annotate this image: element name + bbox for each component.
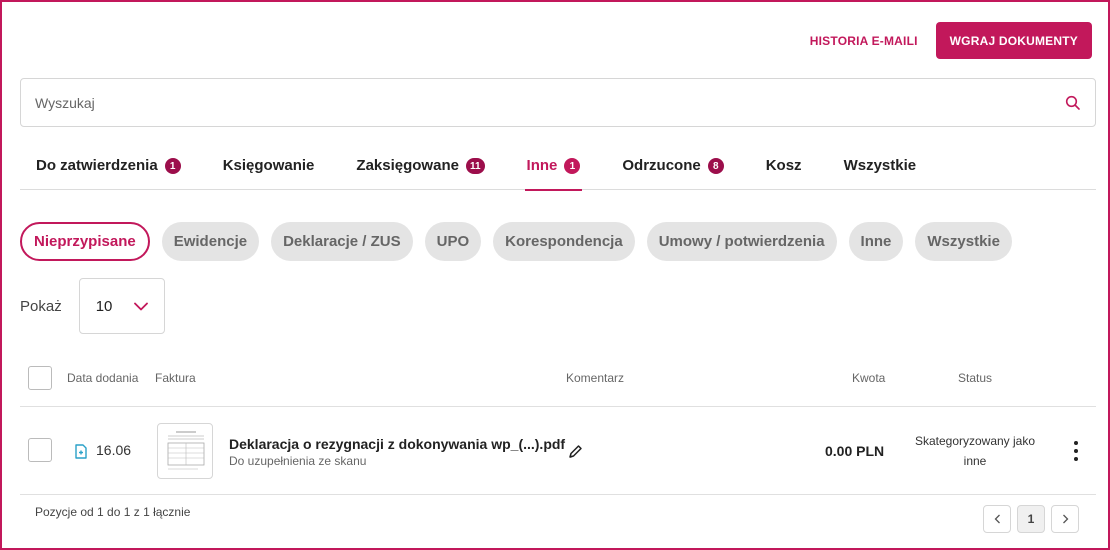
chip-korespondencja[interactable]: Korespondencja — [493, 222, 635, 261]
more-vertical-icon[interactable] — [1073, 440, 1079, 462]
row-date: 16.06 — [96, 442, 132, 458]
tab-label: Kosz — [765, 157, 802, 174]
document-name[interactable]: Deklaracja o rezygnacji z dokonywania wp… — [229, 436, 565, 452]
column-comment: Komentarz — [566, 371, 625, 385]
chip-umowy-potwierdzenia[interactable]: Umowy / potwierdzenia — [646, 222, 837, 261]
upload-documents-button[interactable]: WGRAJ DOKUMENTY — [935, 22, 1092, 59]
document-icon — [75, 444, 87, 459]
top-actions: HISTORIA E-MAILI WGRAJ DOKUMENTY — [810, 22, 1092, 59]
chip-ewidencje[interactable]: Ewidencje — [161, 222, 260, 261]
page-size-value: 10 — [95, 297, 113, 315]
page-size-control: Pokaż 10 — [20, 278, 165, 334]
tab-ksiegowanie[interactable]: Księgowanie — [207, 150, 315, 190]
tab-odrzucone[interactable]: Odrzucone 8 — [606, 150, 724, 190]
chevron-right-icon — [1062, 514, 1068, 524]
column-date[interactable]: Data dodania — [67, 371, 138, 385]
tab-wszystkie[interactable]: Wszystkie — [828, 150, 917, 190]
tab-count-badge: 11 — [465, 158, 485, 174]
search-bar — [20, 78, 1096, 127]
row-amount: 0.00 PLN — [825, 443, 885, 459]
email-history-button[interactable]: HISTORIA E-MAILI — [810, 34, 918, 48]
document-subtitle: Do uzupełnienia ze skanu — [229, 454, 367, 468]
chevron-left-icon — [994, 514, 1000, 524]
tab-inne[interactable]: Inne 1 — [511, 150, 583, 191]
tab-zaksiegowane[interactable]: Zaksięgowane 11 — [340, 150, 485, 190]
chip-upo[interactable]: UPO — [424, 222, 482, 261]
table-header: Data dodania Faktura Komentarz Kwota Sta… — [20, 362, 1096, 407]
pagination-summary: Pozycje od 1 do 1 z 1 łącznie — [35, 505, 191, 519]
column-status[interactable]: Status — [958, 371, 992, 385]
search-icon[interactable] — [1065, 95, 1081, 111]
document-preview-icon — [164, 428, 208, 476]
column-invoice[interactable]: Faktura — [155, 371, 196, 385]
app-frame: HISTORIA E-MAILI WGRAJ DOKUMENTY Do zatw… — [0, 0, 1110, 550]
page-button-current[interactable]: 1 — [1017, 505, 1045, 533]
chevron-down-icon — [133, 302, 148, 310]
tab-label: Inne — [526, 157, 558, 174]
tab-kosz[interactable]: Kosz — [750, 150, 802, 190]
row-checkbox[interactable] — [28, 438, 52, 462]
prev-page-button[interactable] — [983, 505, 1011, 533]
tab-label: Księgowanie — [222, 157, 315, 174]
tab-count-badge: 8 — [707, 158, 724, 174]
select-all-checkbox[interactable] — [28, 366, 52, 390]
tab-label: Wszystkie — [843, 157, 917, 174]
search-input[interactable] — [35, 94, 1065, 111]
pagination: 1 — [983, 505, 1079, 533]
next-page-button[interactable] — [1051, 505, 1079, 533]
tab-count-badge: 1 — [164, 158, 181, 174]
tabs-bar: Do zatwierdzenia 1 Księgowanie Zaksięgow… — [20, 150, 1096, 191]
page-size-label: Pokaż — [20, 297, 62, 315]
page-size-select[interactable]: 10 — [78, 278, 165, 334]
chip-deklaracje-zus[interactable]: Deklaracje / ZUS — [271, 222, 413, 261]
tab-label: Zaksięgowane — [356, 157, 459, 174]
tab-label: Odrzucone — [622, 157, 701, 174]
tab-label: Do zatwierdzenia — [36, 157, 158, 174]
tab-do-zatwierdzenia[interactable]: Do zatwierdzenia 1 — [20, 150, 181, 190]
column-amount[interactable]: Kwota — [852, 371, 885, 385]
pencil-icon[interactable] — [568, 444, 583, 459]
chip-wszystkie[interactable]: Wszystkie — [915, 222, 1012, 261]
document-thumbnail[interactable] — [157, 423, 213, 479]
tab-count-badge: 1 — [564, 158, 581, 174]
chip-inne[interactable]: Inne — [848, 222, 904, 261]
table-row[interactable]: 16.06 Deklaracja o rezygnacji z dokonywa… — [20, 407, 1096, 495]
row-status: Skategoryzowany jako inne — [914, 434, 1036, 468]
category-chips: Nieprzypisane Ewidencje Deklaracje / ZUS… — [20, 222, 1012, 261]
chip-nieprzypisane[interactable]: Nieprzypisane — [20, 222, 150, 261]
